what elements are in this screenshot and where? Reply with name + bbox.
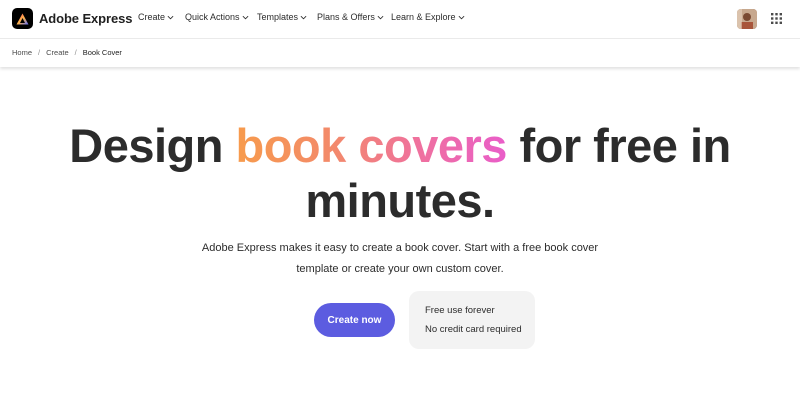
nav-create[interactable]: Create <box>138 12 174 22</box>
chevron-down-icon <box>167 15 174 19</box>
breadcrumb-create[interactable]: Create <box>46 48 69 57</box>
title-highlight: book covers <box>235 119 508 172</box>
nav-templates[interactable]: Templates <box>257 12 307 22</box>
nav-templates-label: Templates <box>257 12 299 22</box>
breadcrumb: Home / Create / Book Cover <box>12 48 122 57</box>
nav-plans-offers[interactable]: Plans & Offers <box>317 12 384 22</box>
chevron-down-icon <box>377 15 384 19</box>
page-title: Design book covers for free in minutes. <box>0 118 800 228</box>
nav-learn-explore-label: Learn & Explore <box>391 12 456 22</box>
chevron-down-icon <box>242 15 248 19</box>
avatar-photo-icon <box>737 9 757 29</box>
top-navigation: Adobe Express Create Quick Actions Templ… <box>0 0 800 39</box>
breadcrumb-home[interactable]: Home <box>12 48 32 57</box>
chevron-down-icon <box>458 15 464 19</box>
nav-quick-actions[interactable]: Quick Actions <box>185 12 249 22</box>
breadcrumb-current: Book Cover <box>82 48 122 57</box>
nav-quick-actions-label: Quick Actions <box>185 12 240 22</box>
create-now-button[interactable]: Create now <box>314 303 395 337</box>
perk-free-use: Free use forever <box>425 305 495 316</box>
nav-create-label: Create <box>138 12 166 22</box>
adobe-express-logo-icon[interactable] <box>12 8 33 29</box>
brand-name[interactable]: Adobe Express <box>39 11 132 26</box>
app-switcher-grid-icon[interactable] <box>771 13 782 24</box>
chevron-down-icon <box>300 15 307 19</box>
user-avatar[interactable] <box>737 9 757 29</box>
breadcrumb-separator: / <box>38 48 41 57</box>
nav-learn-explore[interactable]: Learn & Explore <box>391 12 465 22</box>
perk-no-credit-card: No credit card required <box>425 324 522 335</box>
page-subtitle: Adobe Express makes it easy to create a … <box>201 242 599 275</box>
breadcrumb-separator: / <box>74 48 77 57</box>
perks-card: Free use forever No credit card required <box>409 291 535 349</box>
nav-plans-offers-label: Plans & Offers <box>317 12 375 22</box>
title-text-before: Design <box>69 119 236 172</box>
breadcrumb-bar: Home / Create / Book Cover <box>0 39 800 67</box>
